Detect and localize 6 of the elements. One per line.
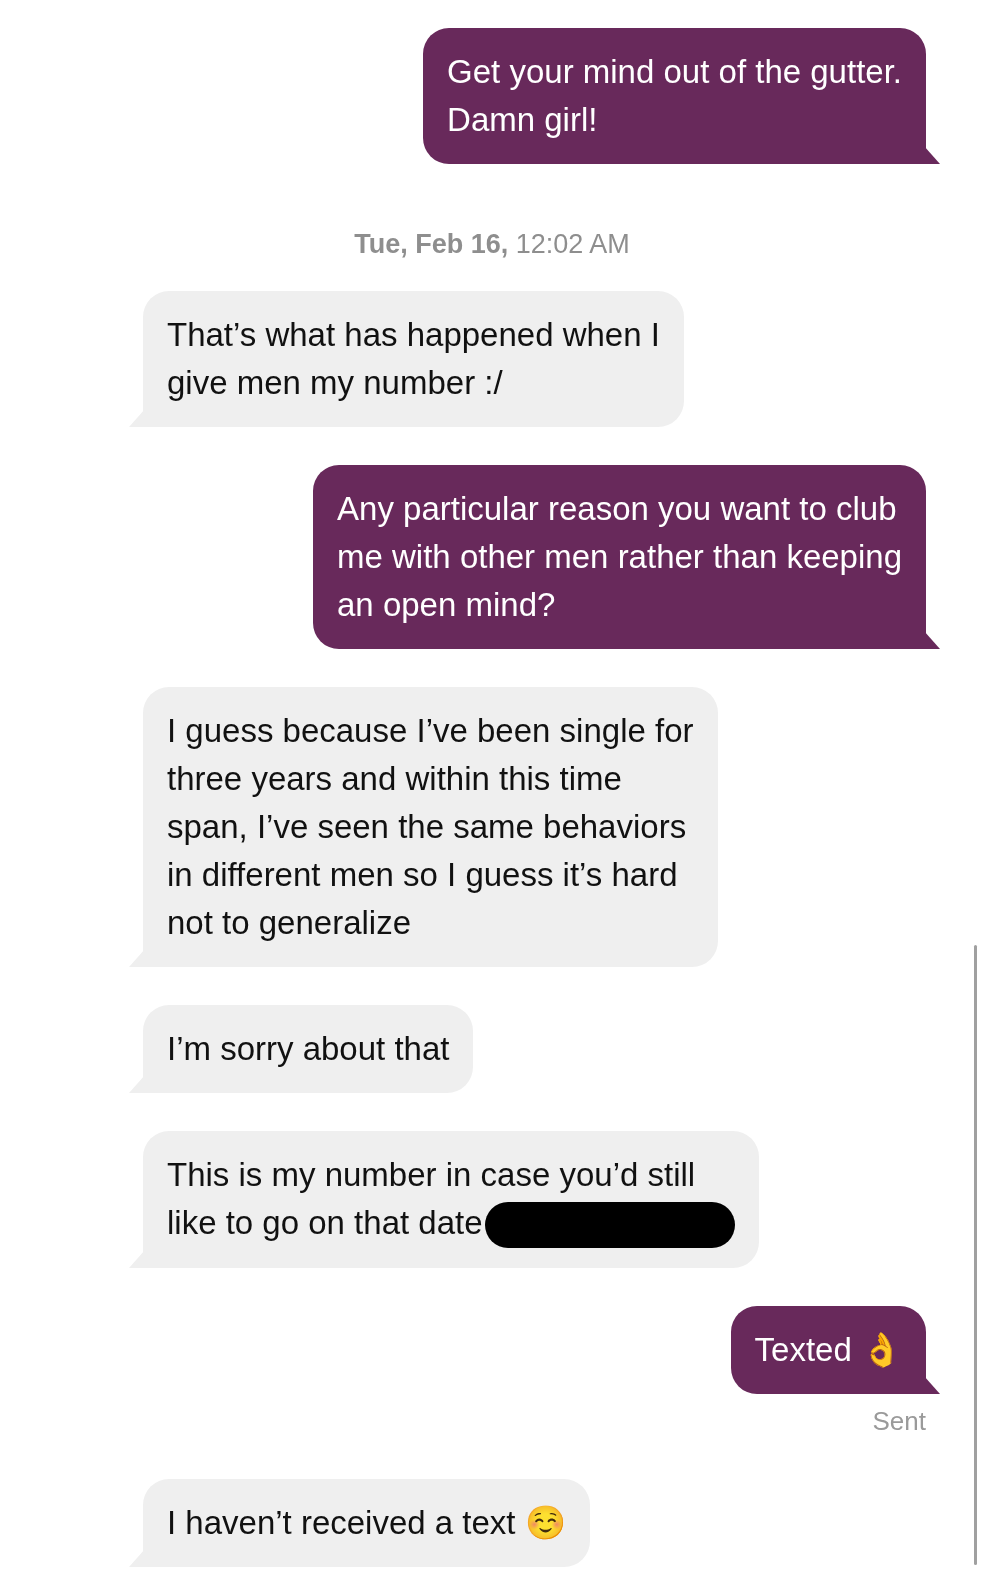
delivery-status: Sent: [872, 1404, 926, 1438]
timestamp: Tue, Feb 16, 12:02 AM: [354, 228, 630, 261]
bubble-tail: [924, 146, 940, 164]
scrollbar[interactable]: [974, 945, 977, 1565]
bubble-tail: [924, 1375, 940, 1394]
bubble-tail: [924, 630, 940, 649]
